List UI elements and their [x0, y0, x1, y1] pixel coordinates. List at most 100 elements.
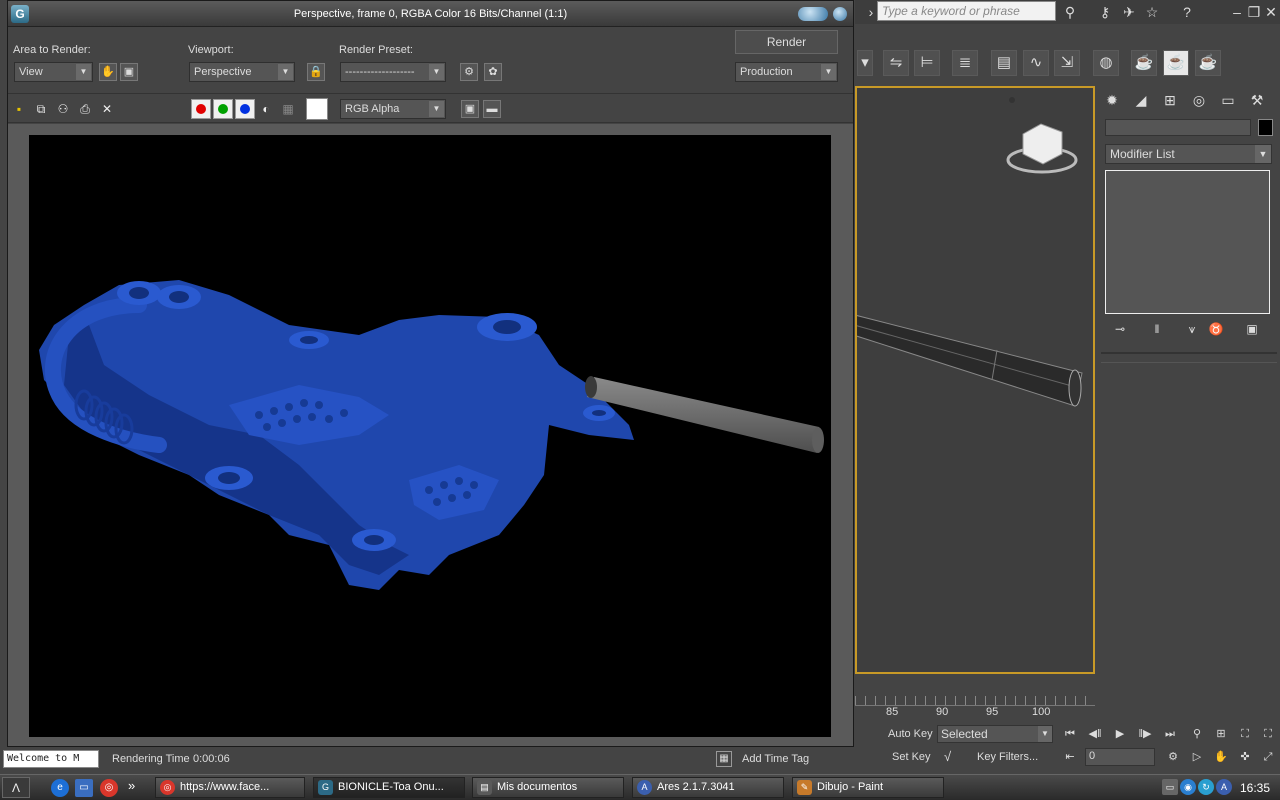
- internet-explorer-icon[interactable]: e: [51, 779, 69, 797]
- render-button[interactable]: Render: [735, 30, 838, 54]
- modifier-stack[interactable]: [1105, 170, 1270, 314]
- restore-icon[interactable]: ❐: [1245, 3, 1263, 21]
- key-filters-button[interactable]: Key Filters...: [977, 751, 1038, 763]
- pin-stack-icon[interactable]: ⊸: [1111, 322, 1129, 338]
- viewcube-icon[interactable]: [1022, 123, 1063, 165]
- scene-explorer-icon[interactable]: ▤: [991, 50, 1017, 76]
- key-icon[interactable]: ⚷: [1096, 3, 1114, 21]
- track-bar[interactable]: 85 90 95 100: [855, 690, 1095, 720]
- field-of-view-icon[interactable]: ▷: [1187, 748, 1207, 766]
- time-tag-icon[interactable]: ▦: [716, 751, 732, 767]
- schematic-view-icon[interactable]: ⇲: [1054, 50, 1080, 76]
- render-preset-dropdown[interactable]: ------------------- ▼: [340, 62, 446, 82]
- lock-icon[interactable]: 🔒: [307, 63, 325, 81]
- minimize-icon[interactable]: –: [1228, 3, 1246, 21]
- render-setup-icon[interactable]: ⚙: [460, 63, 478, 81]
- overflow-chevron-icon[interactable]: »: [128, 778, 135, 793]
- perspective-viewport[interactable]: [855, 86, 1095, 674]
- time-config-icon[interactable]: ⚙: [1163, 748, 1183, 766]
- render-mode-dropdown[interactable]: Production ▼: [735, 62, 838, 82]
- set-key-icon[interactable]: √: [944, 749, 951, 764]
- key-mode-dropdown[interactable]: Selected ▼: [937, 725, 1053, 743]
- zoom-extents-all-icon[interactable]: ⛶: [1258, 725, 1278, 743]
- taskbar-item-documents[interactable]: ▤ Mis documentos: [472, 777, 624, 798]
- taskbar-item-paint[interactable]: ✎ Dibujo - Paint: [792, 777, 944, 798]
- background-color-swatch[interactable]: [306, 98, 328, 120]
- mirror-icon[interactable]: ⇋: [883, 50, 909, 76]
- green-channel-button[interactable]: [213, 99, 233, 119]
- area-to-render-dropdown[interactable]: View ▼: [14, 62, 93, 82]
- taskbar-item-3dsmax[interactable]: G BIONICLE-Toa Onu...: [313, 777, 465, 798]
- maxscript-listener[interactable]: Welcome to M: [3, 750, 99, 768]
- zoom-extents-icon[interactable]: ⛶: [1235, 725, 1255, 743]
- viewport-dropdown[interactable]: Perspective ▼: [189, 62, 295, 82]
- save-image-icon[interactable]: ▪: [11, 101, 27, 117]
- satellite-icon[interactable]: ✈: [1120, 3, 1138, 21]
- rendered-frame-window-icon[interactable]: ☕: [1163, 50, 1189, 76]
- next-frame-icon[interactable]: ‖▶: [1135, 725, 1155, 743]
- close-icon[interactable]: ✕: [1262, 3, 1280, 21]
- zoom-all-icon[interactable]: ⊞: [1211, 725, 1231, 743]
- security-icon[interactable]: ◉: [1180, 779, 1196, 795]
- object-name-field[interactable]: [1105, 119, 1251, 136]
- auto-key-button[interactable]: Auto Key: [888, 728, 933, 740]
- render-production-icon[interactable]: ☕: [1195, 50, 1221, 76]
- blue-channel-button[interactable]: [235, 99, 255, 119]
- set-key-button[interactable]: Set Key: [892, 751, 931, 763]
- previous-frame-icon[interactable]: ◀‖: [1085, 725, 1105, 743]
- key-mode-toggle-icon[interactable]: ⇤: [1060, 748, 1080, 766]
- ares-tray-icon[interactable]: A: [1216, 779, 1232, 795]
- binoculars-icon[interactable]: ⚲: [1061, 3, 1079, 21]
- rendered-image[interactable]: [29, 135, 831, 737]
- layer-manager-icon[interactable]: ≣: [952, 50, 978, 76]
- maximize-viewport-icon[interactable]: ⤢: [1258, 748, 1278, 766]
- remove-modifier-icon[interactable]: ♉: [1207, 322, 1225, 338]
- environment-effects-icon[interactable]: ✿: [484, 63, 502, 81]
- channel-display-dropdown[interactable]: RGB Alpha ▼: [340, 99, 446, 119]
- render-setup-icon[interactable]: ☕: [1131, 50, 1157, 76]
- toggle-ui-icon[interactable]: ▬: [483, 100, 501, 118]
- curve-editor-icon[interactable]: ∿: [1023, 50, 1049, 76]
- modifier-list-dropdown[interactable]: Modifier List ▼: [1105, 144, 1272, 164]
- motion-tab-icon[interactable]: ◎: [1188, 89, 1210, 111]
- star-icon[interactable]: ☆: [1143, 3, 1161, 21]
- go-to-end-icon[interactable]: ⏭: [1160, 725, 1180, 743]
- clear-icon[interactable]: ✕: [99, 101, 115, 117]
- zoom-icon[interactable]: ⚲: [1187, 725, 1207, 743]
- render-window-title-bar[interactable]: G Perspective, frame 0, RGBA Color 16 Bi…: [8, 1, 853, 27]
- taskbar-item-chrome[interactable]: ◎ https://www.face...: [155, 777, 305, 798]
- chrome-icon[interactable]: ◎: [100, 779, 118, 797]
- clone-window-icon[interactable]: ⚇: [55, 101, 71, 117]
- update-icon[interactable]: ↻: [1198, 779, 1214, 795]
- show-desktop-icon[interactable]: ▭: [75, 779, 93, 797]
- pan-hand-icon[interactable]: ✋: [99, 63, 117, 81]
- toggle-ui-overlay-icon[interactable]: ▣: [461, 100, 479, 118]
- search-input[interactable]: Type a keyword or phrase: [877, 1, 1056, 21]
- object-color-swatch[interactable]: [1258, 119, 1273, 136]
- pan-icon[interactable]: ✋: [1211, 748, 1231, 766]
- monochrome-icon[interactable]: ▦: [280, 101, 296, 117]
- display-tab-icon[interactable]: ▭: [1217, 89, 1239, 111]
- chevron-down-icon[interactable]: ▾: [857, 50, 873, 76]
- alpha-channel-icon[interactable]: ◐: [258, 101, 274, 117]
- create-tab-icon[interactable]: ✹: [1101, 89, 1123, 111]
- play-icon[interactable]: ▶: [1110, 725, 1130, 743]
- start-button[interactable]: Ʌ: [2, 777, 30, 798]
- orbit-icon[interactable]: ✜: [1235, 748, 1255, 766]
- configure-sets-icon[interactable]: ▣: [1243, 322, 1261, 338]
- material-editor-icon[interactable]: ◍: [1093, 50, 1119, 76]
- copy-image-icon[interactable]: ⧉: [33, 101, 49, 117]
- taskbar-item-ares[interactable]: A Ares 2.1.7.3041: [632, 777, 784, 798]
- go-to-start-icon[interactable]: ⏮: [1060, 725, 1080, 743]
- show-end-result-icon[interactable]: ‖: [1148, 322, 1166, 338]
- modify-tab-icon[interactable]: ◢: [1130, 89, 1152, 111]
- print-image-icon[interactable]: ⎙: [77, 101, 93, 117]
- minimize-restore-icon[interactable]: [798, 7, 828, 21]
- add-time-tag-button[interactable]: Add Time Tag: [742, 753, 809, 765]
- window-close-icon[interactable]: [833, 7, 847, 21]
- current-frame-field[interactable]: 0: [1085, 748, 1155, 766]
- align-icon[interactable]: ⊨: [914, 50, 940, 76]
- network-icon[interactable]: ▭: [1162, 779, 1178, 795]
- make-unique-icon[interactable]: ⩛: [1183, 322, 1201, 338]
- utilities-tab-icon[interactable]: ⚒: [1246, 89, 1268, 111]
